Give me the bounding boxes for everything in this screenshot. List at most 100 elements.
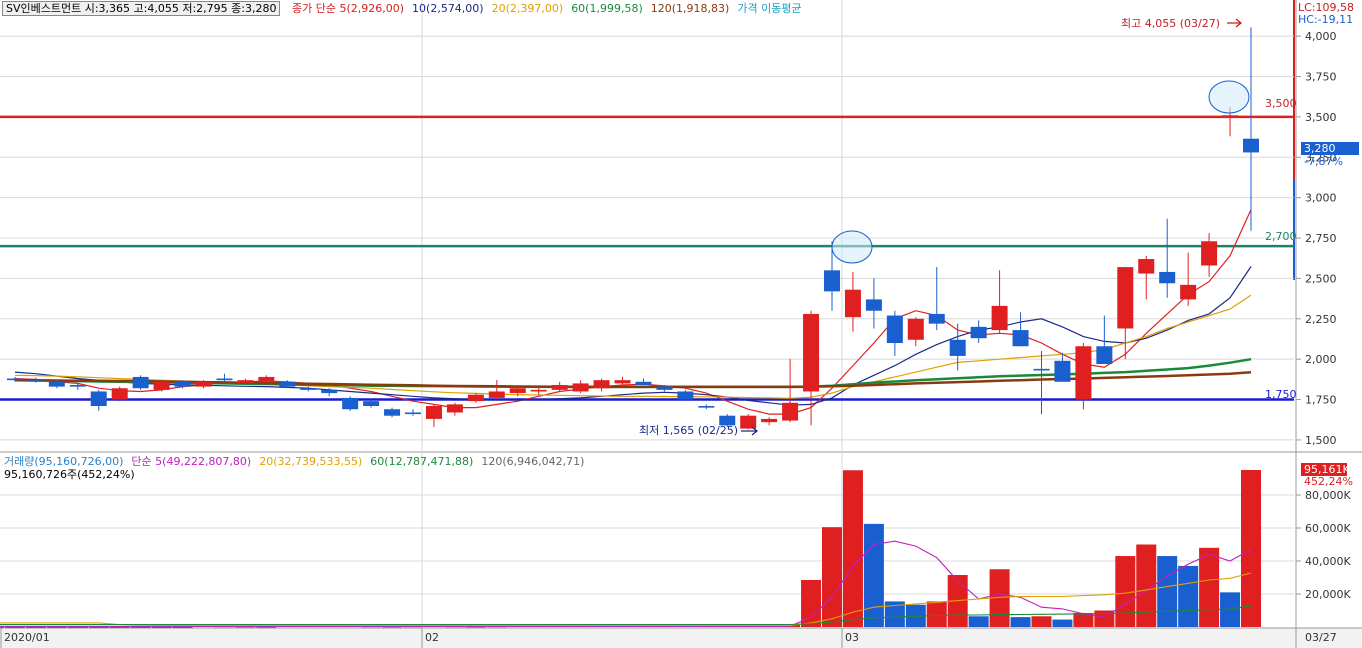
- candle-body[interactable]: [614, 380, 631, 384]
- candle-body[interactable]: [279, 381, 296, 387]
- ma-legend-items: 종가 단순 5(2,926,00) 10(2,574,00) 20(2,397,00…: [292, 2, 810, 15]
- ma-legend-item[interactable]: 120(1,918,83): [651, 2, 730, 15]
- ma-legend-item[interactable]: 10(2,574,00): [412, 2, 484, 15]
- chart-background: [0, 0, 1362, 648]
- candle-body[interactable]: [803, 313, 820, 392]
- candle-body[interactable]: [886, 315, 903, 344]
- candle-body[interactable]: [656, 386, 673, 390]
- candle-body[interactable]: [844, 289, 861, 318]
- candle-body[interactable]: [865, 299, 882, 311]
- candle-body[interactable]: [970, 326, 987, 339]
- ma-legend-item[interactable]: 20(2,397,00): [492, 2, 564, 15]
- volume-shares-text: 95,160,726주(452,24%): [4, 468, 135, 481]
- candle-body[interactable]: [1054, 360, 1071, 382]
- current-price-change: -7,87%: [1304, 155, 1343, 168]
- volume-legend-item[interactable]: 거래량(95,160,726,00): [4, 455, 123, 468]
- candle-body[interactable]: [551, 385, 568, 390]
- candle-body[interactable]: [467, 394, 484, 402]
- candle-body[interactable]: [928, 313, 945, 324]
- candle-body[interactable]: [677, 391, 694, 400]
- volume-bar[interactable]: [1010, 617, 1031, 627]
- candle-body[interactable]: [342, 397, 359, 410]
- candle-body[interactable]: [1033, 368, 1050, 371]
- volume-bar[interactable]: [842, 470, 863, 627]
- highlight-circle-march: [831, 230, 873, 264]
- candle-body[interactable]: [258, 376, 275, 382]
- line-2700-label: 2,700: [1265, 230, 1297, 243]
- candle-body[interactable]: [6, 378, 23, 381]
- x-label-jan: 2020/01: [4, 631, 50, 644]
- volume-bar[interactable]: [822, 527, 842, 627]
- candle-body[interactable]: [1012, 330, 1029, 347]
- candle-body[interactable]: [300, 388, 317, 390]
- volume-bar[interactable]: [926, 601, 947, 627]
- current-volume-change: 452,24%: [1304, 475, 1353, 488]
- candle-body[interactable]: [698, 406, 715, 408]
- x-label-mar: 03: [845, 631, 859, 644]
- candle-body[interactable]: [824, 270, 840, 292]
- candle-body[interactable]: [446, 404, 463, 413]
- candle-body[interactable]: [153, 381, 170, 390]
- ma-legend-item[interactable]: 60(1,999,58): [571, 2, 643, 15]
- volume-legend-item[interactable]: 20(32,739,533,55): [259, 455, 362, 468]
- candle-body[interactable]: [740, 415, 757, 429]
- candle-body[interactable]: [488, 391, 505, 398]
- volume-bar[interactable]: [863, 523, 884, 627]
- candle-body[interactable]: [90, 391, 107, 407]
- candle-body[interactable]: [1243, 138, 1259, 153]
- volume-bar[interactable]: [1199, 547, 1220, 627]
- candle-body[interactable]: [991, 305, 1008, 331]
- volume-legend-item[interactable]: 단순 5(49,222,807,80): [131, 455, 251, 468]
- candle-body[interactable]: [1096, 346, 1113, 365]
- candle-body[interactable]: [1222, 115, 1239, 117]
- candle-body[interactable]: [635, 381, 652, 386]
- candle-body[interactable]: [363, 401, 380, 407]
- candle-body[interactable]: [384, 409, 401, 416]
- volume-bar[interactable]: [1157, 556, 1178, 627]
- highlight-circle-peak: [1208, 80, 1250, 114]
- price-tick-label: 3,750: [1305, 71, 1337, 84]
- volume-legend-item[interactable]: 120(6,946,042,71): [481, 455, 584, 468]
- candle-body[interactable]: [195, 381, 212, 387]
- candle-body[interactable]: [48, 381, 65, 387]
- volume-bar[interactable]: [1241, 469, 1261, 627]
- price-tick-label: 2,750: [1305, 232, 1337, 245]
- candle-body[interactable]: [27, 380, 44, 382]
- volume-tick-label: 60,000K: [1305, 522, 1351, 535]
- price-tick-label: 4,000: [1305, 30, 1337, 43]
- candle-body[interactable]: [530, 389, 547, 392]
- candle-body[interactable]: [593, 380, 610, 389]
- candle-body[interactable]: [216, 378, 233, 381]
- candle-body[interactable]: [782, 402, 799, 421]
- volume-bar[interactable]: [1052, 619, 1073, 627]
- candle-body[interactable]: [405, 412, 421, 415]
- candle-body[interactable]: [111, 388, 128, 400]
- ma-legend-item[interactable]: 종가 단순 5(2,926,00): [292, 2, 404, 15]
- candle-body[interactable]: [1117, 267, 1134, 329]
- candle-body[interactable]: [1075, 346, 1092, 400]
- volume-legend-item[interactable]: 60(12,787,471,88): [370, 455, 473, 468]
- candle-body[interactable]: [69, 385, 86, 387]
- candle-body[interactable]: [425, 406, 442, 419]
- candle-body[interactable]: [907, 318, 924, 340]
- candle-body[interactable]: [761, 418, 778, 423]
- candle-body[interactable]: [174, 381, 191, 387]
- volume-bar[interactable]: [968, 616, 989, 627]
- candle-body[interactable]: [949, 339, 966, 356]
- price-tick-label: 2,250: [1305, 313, 1337, 326]
- candle-body[interactable]: [1138, 259, 1155, 274]
- chart-canvas[interactable]: 4,0003,7503,5003,2503,0002,7502,5002,250…: [0, 0, 1362, 648]
- candle-body[interactable]: [321, 389, 338, 394]
- candle-body[interactable]: [1159, 271, 1176, 284]
- volume-bar[interactable]: [1031, 616, 1052, 627]
- volume-bar[interactable]: [1115, 556, 1136, 627]
- candle-body[interactable]: [132, 376, 149, 389]
- candle-body[interactable]: [237, 380, 254, 384]
- candle-body[interactable]: [572, 383, 589, 392]
- price-summary[interactable]: SV인베스트먼트 시:3,365 고:4,055 저:2,795 종:3,280: [2, 1, 281, 16]
- candle-body[interactable]: [1180, 284, 1197, 300]
- candle-body[interactable]: [1201, 241, 1218, 266]
- ma-legend-item[interactable]: 가격 이동평균: [737, 2, 801, 15]
- candle-body[interactable]: [509, 388, 526, 394]
- volume-bar[interactable]: [1178, 565, 1199, 627]
